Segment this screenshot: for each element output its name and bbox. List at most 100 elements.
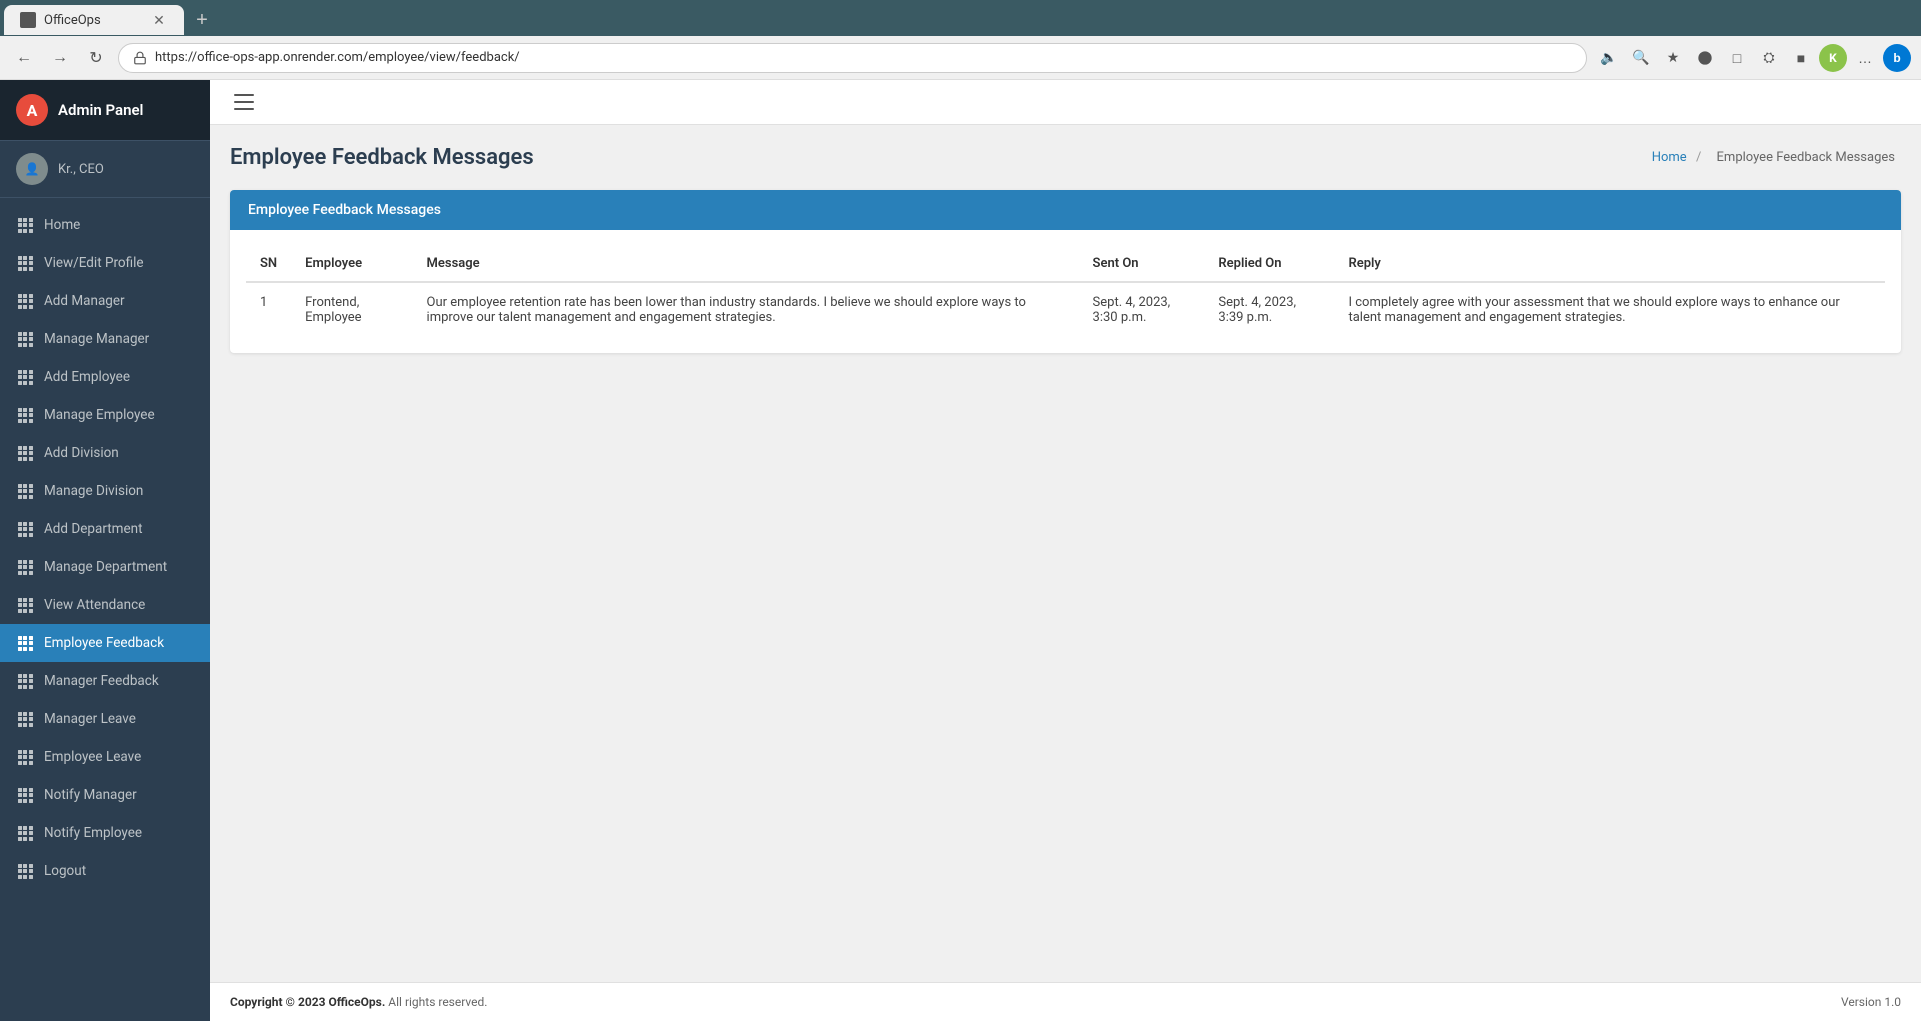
sidebar-label-view-attendance: View Attendance (44, 597, 145, 613)
user-name-label: Kr., CEO (58, 162, 104, 177)
sidebar-item-manage-employee[interactable]: Manage Employee (0, 396, 210, 434)
col-sent-on: Sent On (1079, 246, 1205, 282)
cell-sent_on: Sept. 4, 2023, 3:30 p.m. (1079, 282, 1205, 337)
table-header-row: SN Employee Message Sent On Replied On R… (246, 246, 1885, 282)
back-button[interactable]: ← (10, 44, 38, 72)
read-aloud-button[interactable]: 🔈 (1595, 44, 1623, 72)
user-avatar: 👤 (16, 153, 48, 185)
search-button[interactable]: 🔍 (1627, 44, 1655, 72)
url-bar[interactable]: https://office-ops-app.onrender.com/empl… (118, 43, 1587, 73)
hamburger-menu[interactable] (230, 88, 258, 116)
nav-icon-employee-feedback (16, 634, 34, 652)
sidebar-label-manage-department: Manage Department (44, 559, 167, 575)
hamburger-line-2 (234, 101, 254, 103)
cell-employee: Frontend, Employee (291, 282, 412, 337)
breadcrumb-current: Employee Feedback Messages (1717, 150, 1895, 165)
cell-reply: I completely agree with your assessment … (1334, 282, 1885, 337)
bing-button[interactable]: b (1883, 44, 1911, 72)
sidebar-label-manage-manager: Manage Manager (44, 331, 149, 347)
wallet-button[interactable]: ■ (1787, 44, 1815, 72)
col-replied-on: Replied On (1204, 246, 1334, 282)
tab-title: OfficeOps (44, 13, 101, 28)
nav-icon-view-edit-profile (16, 254, 34, 272)
app-container: A Admin Panel 👤 Kr., CEO HomeView/Edit P… (0, 80, 1921, 1021)
footer-brand: Copyright © 2023 OfficeOps. (230, 995, 385, 1009)
sidebar-item-add-employee[interactable]: Add Employee (0, 358, 210, 396)
nav-icon-home (16, 216, 34, 234)
favorites-button[interactable]: ★ (1659, 44, 1687, 72)
reload-button[interactable]: ↻ (82, 44, 110, 72)
sidebar-item-manage-division[interactable]: Manage Division (0, 472, 210, 510)
sidebar-item-employee-leave[interactable]: Employee Leave (0, 738, 210, 776)
card-header-label: Employee Feedback Messages (248, 202, 441, 218)
sidebar-item-notify-manager[interactable]: Notify Manager (0, 776, 210, 814)
breadcrumb-home-link[interactable]: Home (1652, 150, 1687, 165)
nav-icon-add-department (16, 520, 34, 538)
breadcrumb-separator: / (1696, 150, 1701, 165)
split-view-button[interactable]: □ (1723, 44, 1751, 72)
col-employee: Employee (291, 246, 412, 282)
sidebar-item-manage-manager[interactable]: Manage Manager (0, 320, 210, 358)
col-message: Message (413, 246, 1079, 282)
sidebar-item-home[interactable]: Home (0, 206, 210, 244)
cell-sn: 1 (246, 282, 291, 337)
breadcrumb: Home / Employee Feedback Messages (1652, 150, 1901, 165)
sidebar-label-manager-leave: Manager Leave (44, 711, 136, 727)
url-text: https://office-ops-app.onrender.com/empl… (155, 50, 520, 65)
content-area: Employee Feedback Messages Home / Employ… (210, 125, 1921, 982)
hamburger-line-3 (234, 108, 254, 110)
footer-version: Version 1.0 (1841, 995, 1901, 1009)
tab-favicon (20, 12, 36, 28)
sidebar-label-add-employee: Add Employee (44, 369, 130, 385)
sidebar-label-notify-employee: Notify Employee (44, 825, 142, 841)
lock-icon (133, 51, 147, 65)
nav-icon-notify-employee (16, 824, 34, 842)
tab-close-button[interactable]: ✕ (150, 11, 168, 29)
cell-message: Our employee retention rate has been low… (413, 282, 1079, 337)
card-header: Employee Feedback Messages (230, 190, 1901, 230)
table-body: 1Frontend, EmployeeOur employee retentio… (246, 282, 1885, 337)
nav-icon-add-division (16, 444, 34, 462)
nav-icon-logout (16, 862, 34, 880)
main-content: Employee Feedback Messages Home / Employ… (210, 80, 1921, 1021)
browser-extensions[interactable] (1691, 44, 1719, 72)
page-title: Employee Feedback Messages (230, 145, 534, 170)
sidebar-label-manager-feedback: Manager Feedback (44, 673, 159, 689)
nav-icon-add-manager (16, 292, 34, 310)
col-reply: Reply (1334, 246, 1885, 282)
sidebar-label-notify-manager: Notify Manager (44, 787, 137, 803)
more-button[interactable]: … (1851, 44, 1879, 72)
forward-button[interactable]: → (46, 44, 74, 72)
app-title: Admin Panel (58, 101, 143, 119)
sidebar-nav: HomeView/Edit Profile Add Manager Manage M… (0, 198, 210, 1021)
browser-nav-bar: ← → ↻ https://office-ops-app.onrender.co… (0, 36, 1921, 80)
nav-icon-manage-manager (16, 330, 34, 348)
sidebar-item-view-edit-profile[interactable]: View/Edit Profile (0, 244, 210, 282)
sidebar-item-view-attendance[interactable]: View Attendance (0, 586, 210, 624)
sidebar-item-employee-feedback[interactable]: Employee Feedback (0, 624, 210, 662)
sidebar-item-manager-feedback[interactable]: Manager Feedback (0, 662, 210, 700)
sidebar-label-employee-feedback: Employee Feedback (44, 635, 164, 651)
sidebar-item-logout[interactable]: Logout (0, 852, 210, 890)
nav-icon-add-employee (16, 368, 34, 386)
sidebar-item-add-division[interactable]: Add Division (0, 434, 210, 472)
sidebar-item-add-department[interactable]: Add Department (0, 510, 210, 548)
collections-button[interactable]: ⛭ (1755, 44, 1783, 72)
sidebar-item-add-manager[interactable]: Add Manager (0, 282, 210, 320)
footer-rights: All rights reserved. (388, 995, 487, 1009)
table-row: 1Frontend, EmployeeOur employee retentio… (246, 282, 1885, 337)
new-tab-button[interactable]: + (188, 6, 216, 34)
sidebar-item-manager-leave[interactable]: Manager Leave (0, 700, 210, 738)
top-bar (210, 80, 1921, 125)
page-header: Employee Feedback Messages Home / Employ… (230, 145, 1901, 170)
profile-avatar[interactable]: K (1819, 44, 1847, 72)
footer-copyright: Copyright © 2023 OfficeOps. All rights r… (230, 995, 487, 1009)
sidebar-label-add-manager: Add Manager (44, 293, 125, 309)
sidebar-item-notify-employee[interactable]: Notify Employee (0, 814, 210, 852)
app-logo: A (16, 94, 48, 126)
sidebar-label-logout: Logout (44, 863, 86, 879)
table-head: SN Employee Message Sent On Replied On R… (246, 246, 1885, 282)
sidebar-item-manage-department[interactable]: Manage Department (0, 548, 210, 586)
sidebar-label-manage-division: Manage Division (44, 483, 143, 499)
active-tab[interactable]: OfficeOps ✕ (4, 5, 184, 35)
